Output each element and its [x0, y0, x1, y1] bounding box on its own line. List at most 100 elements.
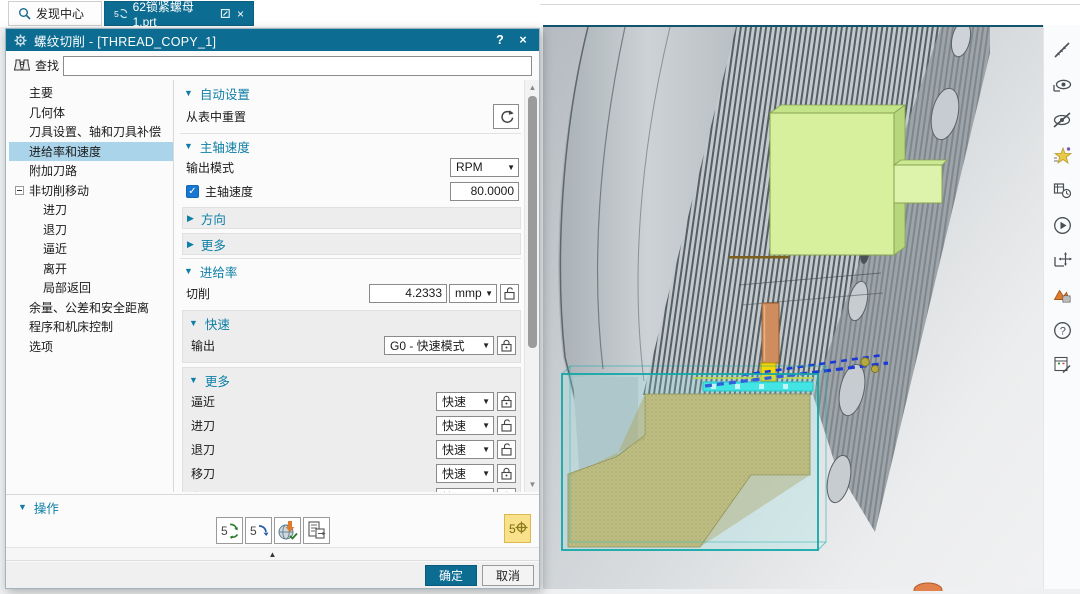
close-icon[interactable]: × [237, 8, 244, 20]
approach-feed-dropdown[interactable]: 快速 ▼ [436, 392, 494, 411]
tree-item-local-return[interactable]: 局部返回 [9, 278, 173, 298]
tree-item-tool-axis-comp[interactable]: 刀具设置、轴和刀具补偿 [9, 122, 173, 142]
replay-toolpath-button[interactable]: 5 [245, 517, 272, 544]
unlock-icon[interactable] [497, 440, 516, 459]
section-auto-settings[interactable]: ▼ 自动设置 [180, 84, 521, 102]
play-simulation-icon[interactable] [1049, 212, 1075, 238]
lock-icon[interactable] [497, 464, 516, 483]
stock-boundary-box [562, 366, 826, 550]
rapid-output-label: 输出 [191, 337, 384, 354]
section-actions[interactable]: ▼ 操作 [14, 498, 539, 516]
dropdown-caret-icon: ▼ [482, 397, 490, 406]
properties-scrollbar[interactable]: ▲ ▼ [524, 80, 539, 492]
output-mode-dropdown[interactable]: RPM ▼ [450, 158, 519, 177]
reset-from-table-button[interactable] [493, 104, 519, 129]
lock-icon[interactable] [497, 336, 516, 355]
tree-item-main[interactable]: 主要 [9, 83, 173, 103]
move-object-icon[interactable] [1049, 247, 1075, 273]
rapid-output-dropdown[interactable]: G0 - 快速模式 ▼ [384, 336, 494, 355]
dialog-collapse-handle[interactable]: ▲ [6, 547, 539, 561]
caret-right-icon: ▶ [187, 239, 194, 250]
discovery-icon [18, 7, 31, 20]
tree-item-departure[interactable]: 离开 [9, 259, 173, 279]
spindle-speed-checkbox[interactable]: ✓ [186, 185, 199, 198]
tree-item-approach[interactable]: 逼近 [9, 239, 173, 259]
tab-discovery-center[interactable]: 发现中心 [8, 1, 102, 26]
traverse-feed-label: 移刀 [191, 465, 436, 482]
cancel-button[interactable]: 取消 [482, 565, 534, 586]
section-feed-rate[interactable]: ▼ 进给率 [180, 262, 521, 280]
tree-item-noncutting-moves[interactable]: 非切削移动 [9, 181, 173, 201]
tree-item-program-machine[interactable]: 程序和机床控制 [9, 317, 173, 337]
caret-down-icon: ▼ [184, 88, 193, 98]
hide-icon[interactable] [1049, 107, 1075, 133]
scrollbar-thumb[interactable] [528, 96, 537, 348]
traverse-feed-dropdown[interactable]: 快速 ▼ [436, 464, 494, 483]
show-icon[interactable] [1049, 72, 1075, 98]
output-mode-label: 输出模式 [186, 159, 450, 176]
scroll-down-icon[interactable]: ▼ [525, 478, 539, 491]
divider [540, 4, 1080, 5]
dropdown-caret-icon: ▼ [485, 289, 493, 298]
ok-button[interactable]: 确定 [425, 565, 477, 586]
caret-right-icon: ▶ [187, 213, 194, 224]
enhance-scene-icon[interactable] [1049, 142, 1075, 168]
tab-label: 发现中心 [36, 5, 84, 22]
divider [180, 133, 521, 134]
tab-part-file[interactable]: 5 62锁紧螺母1.prt × [104, 1, 254, 26]
tree-item-additional-passes[interactable]: 附加刀路 [9, 161, 173, 181]
actions-section: ▼ 操作 5 5 5 [6, 494, 539, 546]
operation-file-icon: 5 [114, 7, 128, 20]
tree-item-geometry[interactable]: 几何体 [9, 103, 173, 123]
help-button[interactable]: ? [492, 33, 508, 47]
spindle-speed-input[interactable]: 80.0000 [450, 182, 519, 201]
edit-display-button[interactable]: 5 [504, 514, 531, 543]
cut-feed-unit-dropdown[interactable]: mmpr ▼ [449, 284, 497, 303]
dialog-body: 主要 几何体 刀具设置、轴和刀具补偿 进给率和速度 附加刀路 非切削移动 进刀 … [6, 80, 539, 492]
graphics-viewport[interactable] [543, 25, 1080, 589]
float-window-icon[interactable] [220, 8, 231, 19]
tree-item-stock-tolerance[interactable]: 余量、公差和安全距离 [9, 298, 173, 318]
simulation-monitor-icon[interactable] [1049, 282, 1075, 308]
caret-down-icon: ▼ [189, 375, 198, 385]
generate-toolpath-button[interactable]: 5 [216, 517, 243, 544]
orange-marker [914, 583, 942, 591]
section-rapid[interactable]: ▼ 快速 [185, 314, 518, 332]
close-button[interactable]: × [515, 33, 531, 47]
lock-icon[interactable] [497, 488, 516, 493]
tree-item-retract[interactable]: 退刀 [9, 220, 173, 240]
tree-expander-minus-icon[interactable] [15, 186, 24, 195]
find-input[interactable] [63, 56, 532, 76]
retract-feed-label: 退刀 [191, 441, 436, 458]
svg-text:?: ? [1059, 325, 1065, 337]
help-icon[interactable]: ? [1049, 317, 1075, 343]
cut-feed-input[interactable]: 4.2333 [369, 284, 447, 303]
scroll-up-icon[interactable]: ▲ [525, 81, 539, 94]
retract-feed-dropdown[interactable]: 快速 ▼ [436, 440, 494, 459]
tree-item-feeds-speeds[interactable]: 进给率和速度 [9, 142, 173, 162]
unlock-icon[interactable] [497, 416, 516, 435]
dialog-title-bar[interactable]: 螺纹切削 - [THREAD_COPY_1] ? × [6, 29, 539, 51]
caret-down-icon: ▼ [184, 141, 193, 151]
tree-item-options[interactable]: 选项 [9, 337, 173, 357]
section-direction[interactable]: ▶ 方向 [183, 209, 520, 228]
cad-scene [543, 27, 1080, 591]
divider [180, 258, 521, 259]
list-toolpath-button[interactable] [303, 517, 330, 544]
verify-toolpath-button[interactable] [274, 517, 301, 544]
section-spindle-more[interactable]: ▶ 更多 [183, 235, 520, 254]
caret-down-icon: ▼ [18, 502, 27, 512]
departure-feed-dropdown[interactable]: 快速 ▼ [436, 488, 494, 493]
unlock-icon[interactable] [500, 284, 519, 303]
dialog-footer: 确定 取消 [6, 562, 539, 588]
engage-feed-dropdown[interactable]: 快速 ▼ [436, 416, 494, 435]
caret-down-icon: ▼ [184, 266, 193, 276]
section-spindle-speed[interactable]: ▼ 主轴速度 [180, 137, 521, 155]
tree-item-engage[interactable]: 进刀 [9, 200, 173, 220]
calculator-icon[interactable] [1049, 352, 1075, 378]
lock-icon[interactable] [497, 392, 516, 411]
thread-cutting-dialog: 螺纹切削 - [THREAD_COPY_1] ? × 查找 主要 几何体 刀具设… [5, 28, 540, 589]
machine-navigator-icon[interactable] [1049, 177, 1075, 203]
section-feed-more[interactable]: ▼ 更多 [185, 371, 518, 389]
measure-icon[interactable] [1049, 37, 1075, 63]
